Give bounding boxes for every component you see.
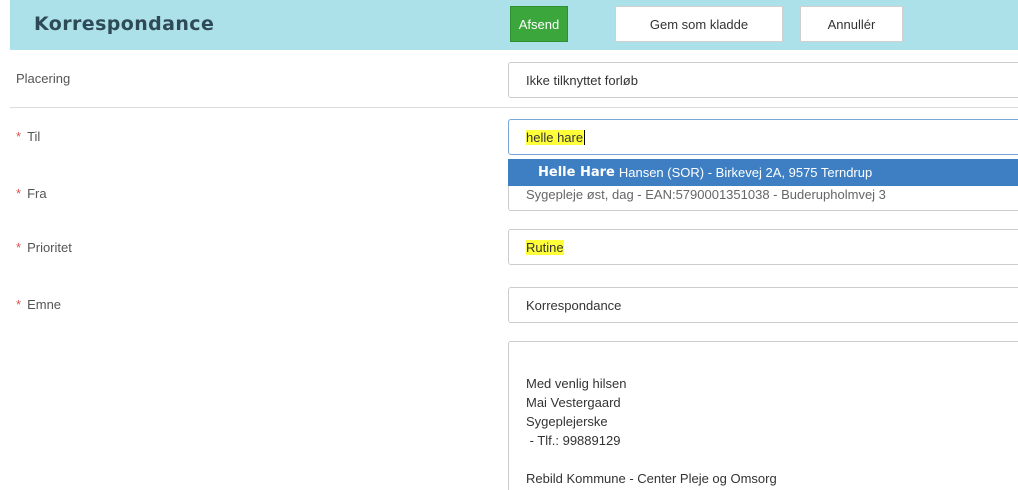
emne-input[interactable]: Korrespondance — [508, 287, 1018, 323]
fra-label: * Fra — [16, 186, 47, 201]
signature-line: Med venlig hilsen — [526, 376, 627, 391]
til-input[interactable]: helle hare — [508, 119, 1018, 155]
signature-line: - Tlf.: 99889129 — [526, 433, 621, 448]
autocomplete-suggestion[interactable]: Helle Hare Hansen (SOR) - Birkevej 2A, 95… — [508, 159, 1018, 186]
save-draft-button[interactable]: Gem som kladde — [615, 6, 783, 42]
required-marker: * — [16, 186, 22, 201]
suggestion-match: Helle Hare — [538, 165, 615, 180]
placering-label: Placering — [16, 71, 71, 86]
message-body[interactable]: Med venlig hilsen Mai Vestergaard Sygepl… — [508, 341, 1018, 490]
divider — [10, 107, 1018, 108]
required-marker: * — [16, 297, 22, 312]
placering-value: Ikke tilknyttet forløb — [526, 72, 638, 88]
suggestion-details: Hansen (SOR) - Birkevej 2A, 9575 Terndru… — [618, 165, 873, 180]
required-marker: * — [16, 240, 22, 255]
signature-line: Sygeplejerske — [526, 414, 608, 429]
prioritet-value: Rutine — [526, 239, 564, 255]
placering-field[interactable]: Ikke tilknyttet forløb — [508, 62, 1018, 98]
emne-label: * Emne — [16, 297, 62, 312]
til-value: helle hare — [526, 129, 584, 145]
emne-value: Korrespondance — [526, 297, 622, 313]
send-button[interactable]: Afsend — [510, 6, 568, 42]
text-caret — [584, 129, 586, 145]
cancel-button[interactable]: Annullér — [800, 6, 903, 42]
prioritet-label: * Prioritet — [16, 240, 72, 255]
fra-value: Sygepleje øst, dag - EAN:5790001351038 -… — [526, 187, 886, 202]
til-label: * Til — [16, 129, 41, 144]
signature-line: Mai Vestergaard — [526, 395, 621, 410]
required-marker: * — [16, 129, 22, 144]
prioritet-select[interactable]: Rutine — [508, 229, 1018, 265]
signature-footer: Rebild Kommune - Center Pleje og Omsorg — [526, 471, 777, 486]
page-title: Korrespondance — [34, 13, 215, 35]
